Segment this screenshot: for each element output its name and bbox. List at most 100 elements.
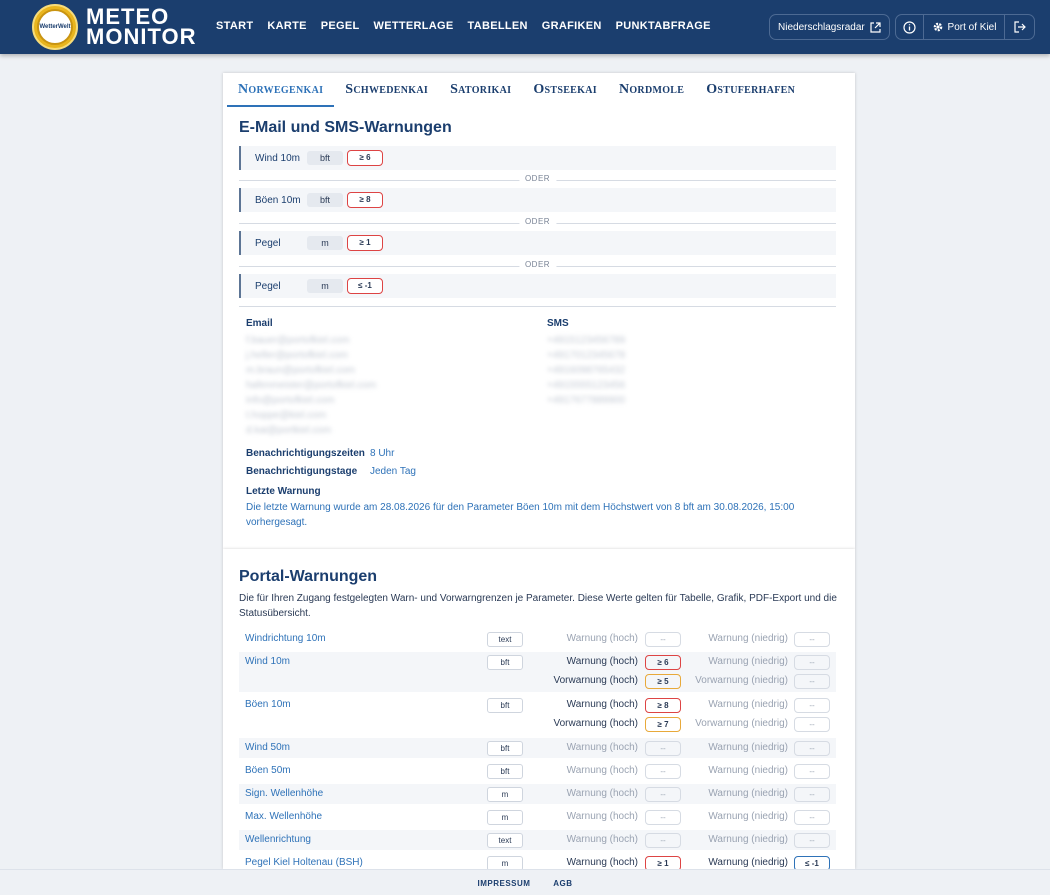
low-threshold-value[interactable]: -- — [794, 787, 830, 802]
parameter-unit: bft — [487, 764, 523, 779]
tab-satorikai[interactable]: Satorikai — [439, 73, 522, 107]
info-icon — [903, 20, 916, 34]
low-threshold-value[interactable]: -- — [794, 810, 830, 825]
high-threshold-value[interactable]: -- — [645, 764, 681, 779]
high-threshold-value[interactable]: ≥ 7 — [645, 717, 681, 732]
high-threshold-value[interactable]: -- — [645, 810, 681, 825]
notification-days-value[interactable]: Jeden Tag — [370, 466, 416, 477]
low-threshold-value[interactable]: -- — [794, 741, 830, 756]
tab-nordmole[interactable]: Nordmole — [608, 73, 695, 107]
high-threshold-label: Warnung (hoch) — [566, 811, 638, 822]
high-threshold-label: Warnung (hoch) — [566, 699, 638, 710]
tab-ostuferhafen[interactable]: Ostuferhafen — [695, 73, 806, 107]
nav-punktabfrage[interactable]: PUNKTABFRAGE — [609, 20, 718, 32]
low-threshold-value[interactable]: -- — [794, 632, 830, 647]
high-threshold-label: Warnung (hoch) — [566, 656, 638, 667]
parameter-name[interactable]: Sign. Wellenhöhe — [245, 788, 323, 799]
low-threshold-value[interactable]: -- — [794, 717, 830, 732]
top-bar: WetterWelt METEO MONITOR START KARTE PEG… — [0, 0, 1050, 54]
parameter-name[interactable]: Böen 50m — [245, 765, 291, 776]
low-threshold-value[interactable]: ≤ -1 — [794, 856, 830, 869]
high-threshold-value[interactable]: ≥ 6 — [645, 655, 681, 670]
low-threshold-label: Warnung (niedrig) — [708, 633, 788, 644]
low-threshold-value[interactable]: -- — [794, 833, 830, 848]
high-threshold-label: Warnung (hoch) — [566, 765, 638, 776]
alerts-title: E-Mail und SMS-Warnungen — [239, 119, 452, 136]
rule-param: Böen 10m — [255, 194, 301, 206]
parameter-unit: bft — [487, 698, 523, 713]
or-divider: ODER — [239, 217, 836, 227]
nav-grafiken[interactable]: GRAFIKEN — [535, 20, 609, 32]
email-address: info@portofkiel.com — [246, 395, 335, 406]
high-threshold-label: Vorwarnung (hoch) — [553, 718, 639, 729]
parameter-unit: m — [487, 787, 523, 802]
tab-schwedenkai[interactable]: Schwedenkai — [334, 73, 439, 107]
port-tabs: Norwegenkai Schwedenkai Satorikai Ostsee… — [223, 73, 855, 107]
email-address: f.bauer@portofkiel.com — [246, 335, 350, 346]
logout-button[interactable] — [1005, 15, 1034, 39]
low-threshold-label: Warnung (niedrig) — [708, 788, 788, 799]
info-button[interactable] — [896, 15, 924, 39]
agb-link[interactable]: AGB — [553, 879, 572, 888]
impressum-link[interactable]: IMPRESSUM — [477, 879, 530, 888]
account-toolbar: Port of Kiel — [895, 14, 1035, 40]
rule-threshold: ≥ 6 — [347, 150, 383, 166]
parameter-name[interactable]: Wind 50m — [245, 742, 290, 753]
gear-icon — [933, 22, 942, 32]
high-threshold-value[interactable]: -- — [645, 833, 681, 848]
low-threshold-value[interactable]: -- — [794, 764, 830, 779]
sms-heading: SMS — [547, 318, 569, 329]
phone-list: +4915123456789 +4917012345678 +491609876… — [547, 333, 625, 408]
high-threshold-value[interactable]: ≥ 5 — [645, 674, 681, 689]
email-list: f.bauer@portofkiel.com j.heller@portofki… — [246, 333, 376, 438]
low-threshold-value[interactable]: -- — [794, 655, 830, 670]
high-threshold-value[interactable]: -- — [645, 741, 681, 756]
tab-ostseekai[interactable]: Ostseekai — [522, 73, 608, 107]
last-warning-line: Die letzte Warnung wurde am 28.08.2026 f… — [246, 502, 795, 513]
high-threshold-value[interactable]: -- — [645, 787, 681, 802]
external-link-icon — [870, 21, 881, 33]
high-threshold-value[interactable]: ≥ 8 — [645, 698, 681, 713]
high-threshold-value[interactable]: ≥ 1 — [645, 856, 681, 869]
parameter-name[interactable]: Böen 10m — [245, 699, 291, 710]
nav-wetterlage[interactable]: WETTERLAGE — [367, 20, 461, 32]
app-logo[interactable]: METEO MONITOR — [86, 6, 196, 48]
nav-tabellen[interactable]: TABELLEN — [461, 20, 535, 32]
rule-param: Wind 10m — [255, 152, 301, 164]
parameter-name[interactable]: Wind 10m — [245, 656, 290, 667]
nav-karte[interactable]: KARTE — [260, 20, 313, 32]
high-threshold-label: Warnung (hoch) — [566, 788, 638, 799]
portal-row: Windrichtung 10m text Warnung (hoch) -- Warn… — [239, 629, 836, 649]
low-threshold-label: Vorwarnung (niedrig) — [695, 718, 788, 729]
portal-row: Böen 10m bft Warnung (hoch) ≥ 8 Warnung (nie… — [239, 695, 836, 735]
divider — [239, 306, 836, 307]
alert-rule: Pegel m ≤ -1 — [239, 274, 836, 298]
tab-norwegenkai[interactable]: Norwegenkai — [227, 73, 335, 107]
low-threshold-label: Vorwarnung (niedrig) — [695, 675, 788, 686]
low-threshold-label: Warnung (niedrig) — [708, 742, 788, 753]
rule-unit: bft — [307, 193, 343, 207]
phone-number: +4917677889900 — [547, 395, 626, 406]
main-nav: START KARTE PEGEL WETTERLAGE TABELLEN GR… — [209, 20, 718, 32]
low-threshold-value[interactable]: -- — [794, 674, 830, 689]
notification-times-value[interactable]: 8 Uhr — [370, 448, 394, 459]
nav-pegel[interactable]: PEGEL — [314, 20, 367, 32]
parameter-name[interactable]: Max. Wellenhöhe — [245, 811, 322, 822]
portal-row: Max. Wellenhöhe m Warnung (hoch) -- Warnung … — [239, 807, 836, 827]
high-threshold-value[interactable]: -- — [645, 632, 681, 647]
alert-rule: Pegel m ≥ 1 — [239, 231, 836, 255]
low-threshold-value[interactable]: -- — [794, 698, 830, 713]
portal-description-line: Die für Ihren Zugang festgelegten Warn- … — [239, 593, 837, 604]
wetterwelt-logo[interactable]: WetterWelt — [32, 4, 78, 50]
portal-row: Böen 50m bft Warnung (hoch) -- Warnung (nied… — [239, 761, 836, 781]
phone-number: +4916098765432 — [547, 365, 626, 376]
parameter-name[interactable]: Wellenrichtung — [245, 834, 311, 845]
port-selector[interactable]: Port of Kiel — [924, 15, 1006, 39]
nav-start[interactable]: START — [209, 20, 260, 32]
parameter-name[interactable]: Windrichtung 10m — [245, 633, 326, 644]
email-address: t.hoppe@kiel.com — [246, 410, 327, 421]
radar-button[interactable]: Niederschlagsradar — [769, 14, 890, 40]
or-divider: ODER — [239, 174, 836, 184]
high-threshold-label: Warnung (hoch) — [566, 834, 638, 845]
parameter-name[interactable]: Pegel Kiel Holtenau (BSH) — [245, 857, 363, 868]
